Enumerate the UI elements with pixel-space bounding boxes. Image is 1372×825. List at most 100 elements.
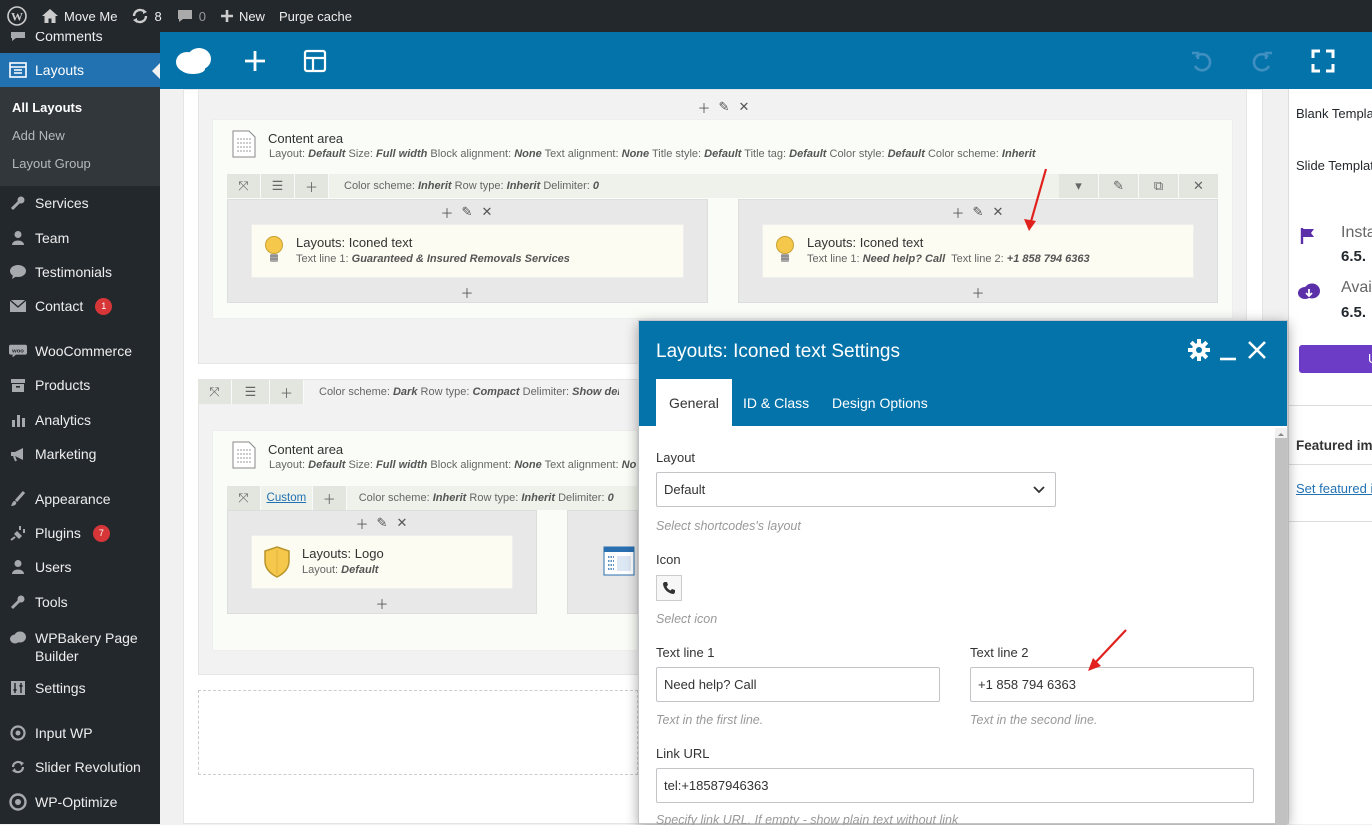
wrench-icon: [9, 593, 27, 611]
purge-label: Purge cache: [278, 8, 352, 24]
move-icon[interactable]: ⤧: [198, 380, 232, 404]
sidebar-item-team[interactable]: Team: [0, 221, 160, 255]
clone-icon[interactable]: ⧉: [1139, 174, 1179, 198]
sidebar-item-label: Layouts: [35, 62, 85, 78]
plus-icon: [220, 10, 233, 22]
iconed-text-element-right[interactable]: Layouts: Iconed text Text line 1: Need h…: [762, 224, 1194, 278]
sidebar-item-input-wp[interactable]: Input WP: [0, 716, 160, 750]
edit-icon[interactable]: ✎: [458, 203, 476, 221]
add-element-icon[interactable]: ＋: [969, 283, 987, 301]
redo-button[interactable]: [1246, 44, 1280, 78]
edit-icon[interactable]: ✎: [1099, 174, 1139, 198]
submenu-all-layouts[interactable]: All Layouts: [12, 100, 82, 115]
sidebar-item-label: Products: [35, 377, 91, 393]
sidebar-item-contact[interactable]: Contact 1: [0, 289, 160, 323]
add-row-placeholder[interactable]: [198, 690, 638, 775]
delete-icon[interactable]: ✕: [735, 98, 753, 116]
icon-help: Select icon: [656, 612, 718, 626]
param-value: Default: [887, 148, 925, 160]
close-icon[interactable]: [1246, 339, 1270, 363]
admin-bar: W Move Me 8 0 New Purge cache: [0, 0, 1372, 32]
sidebar-item-analytics[interactable]: Analytics: [0, 403, 160, 437]
add-element-button[interactable]: [238, 44, 272, 78]
edit-icon[interactable]: ✎: [715, 98, 733, 116]
minimize-icon[interactable]: [1218, 339, 1240, 363]
scrollbar-thumb[interactable]: [1275, 438, 1287, 825]
sidebar-item-wpbakery[interactable]: WPBakery Page Builder: [0, 624, 160, 666]
comments-link[interactable]: 0: [169, 0, 213, 32]
text-line-2-label: Text line 2: [970, 645, 1029, 660]
text-line-1-input[interactable]: Need help? Call: [656, 667, 940, 702]
site-name-link[interactable]: Move Me: [34, 0, 124, 32]
updates-link[interactable]: 8: [124, 0, 168, 32]
add-column-icon[interactable]: ＋: [270, 380, 304, 404]
sidebar-item-marketing[interactable]: Marketing: [0, 437, 160, 471]
custom-layout-link[interactable]: Custom: [260, 486, 313, 510]
add-column-icon[interactable]: ＋: [295, 174, 329, 198]
fullscreen-button[interactable]: [1306, 44, 1340, 78]
sidebar-item-plugins[interactable]: Plugins 7: [0, 516, 160, 550]
sidebar-item-users[interactable]: Users: [0, 550, 160, 584]
sidebar-item-products[interactable]: Products: [0, 368, 160, 402]
sidebar-item-slider-revolution[interactable]: Slider Revolution: [0, 750, 160, 784]
sidebar-item-layouts[interactable]: Layouts: [0, 53, 160, 87]
delete-icon[interactable]: ✕: [1179, 174, 1219, 198]
sidebar-item-appearance[interactable]: Appearance: [0, 482, 160, 516]
logo-element[interactable]: Layouts: Logo Layout: Default: [251, 535, 513, 589]
divider: [1289, 521, 1372, 522]
add-icon[interactable]: ＋: [695, 98, 713, 116]
link-url-input[interactable]: tel:+18587946363: [656, 768, 1254, 803]
layout-select[interactable]: Default: [656, 472, 1056, 507]
link-url-help: Specify link URL. If empty - show plain …: [656, 813, 959, 825]
blank-template-option[interactable]: Blank Templa: [1296, 106, 1372, 121]
home-icon: [42, 9, 58, 23]
layout-icon[interactable]: ☰: [261, 174, 295, 198]
add-icon[interactable]: ＋: [353, 514, 371, 532]
slide-template-option[interactable]: Slide Templat: [1296, 158, 1372, 173]
sidebar-item-woocommerce[interactable]: woo WooCommerce: [0, 334, 160, 368]
purge-cache-link[interactable]: Purge cache: [272, 0, 359, 32]
element-title: Layouts: Iconed text: [807, 235, 924, 250]
wordpress-logo-icon[interactable]: W: [0, 0, 34, 32]
sidebar-item-settings[interactable]: Settings: [0, 671, 160, 705]
edit-icon[interactable]: ✎: [373, 514, 391, 532]
submenu-layout-group[interactable]: Layout Group: [12, 156, 91, 171]
tab-design-options[interactable]: Design Options: [819, 379, 941, 426]
wpbakery-logo-icon[interactable]: [174, 44, 214, 78]
add-element-icon[interactable]: ＋: [373, 594, 391, 612]
edit-icon[interactable]: ✎: [969, 203, 987, 221]
tab-general[interactable]: General: [656, 379, 732, 426]
add-icon[interactable]: ＋: [949, 203, 967, 221]
sidebar-item-label: Testimonials: [35, 264, 113, 280]
builder-toolbar: [160, 32, 1372, 89]
delete-icon[interactable]: ✕: [989, 203, 1007, 221]
sidebar-item-services[interactable]: Services: [0, 186, 160, 220]
new-content-link[interactable]: New: [213, 0, 272, 32]
move-icon[interactable]: ⤧: [227, 486, 261, 510]
icon-picker[interactable]: [656, 575, 682, 601]
add-icon[interactable]: ＋: [438, 203, 456, 221]
delete-icon[interactable]: ✕: [393, 514, 411, 532]
layout-icon[interactable]: ☰: [232, 380, 270, 404]
templates-button[interactable]: [298, 44, 332, 78]
sidebar-item-tools[interactable]: Tools: [0, 585, 160, 619]
tab-id-class[interactable]: ID & Class: [730, 379, 822, 426]
delete-icon[interactable]: ✕: [478, 203, 496, 221]
submenu-add-new[interactable]: Add New: [12, 128, 65, 143]
sidebar-item-wp-optimize[interactable]: WP-Optimize: [0, 785, 160, 819]
add-column-icon[interactable]: ＋: [312, 486, 347, 510]
redo-icon: [1252, 51, 1272, 72]
sidebar-item-label: Tools: [35, 594, 68, 610]
set-featured-image-link[interactable]: Set featured i: [1296, 481, 1372, 496]
undo-button[interactable]: [1184, 44, 1218, 78]
gear-icon[interactable]: [1188, 339, 1212, 363]
chevron-down-icon[interactable]: ▾: [1059, 174, 1099, 198]
sidebar-item-testimonials[interactable]: Testimonials: [0, 255, 160, 289]
add-element-icon[interactable]: ＋: [458, 283, 476, 301]
param-value: None: [514, 459, 542, 471]
modal-scrollbar[interactable]: [1275, 428, 1287, 825]
scroll-up-arrow-icon[interactable]: [1278, 430, 1284, 436]
iconed-text-element-left[interactable]: Layouts: Iconed text Text line 1: Guaran…: [251, 224, 684, 278]
update-button[interactable]: U: [1299, 345, 1372, 373]
move-icon[interactable]: ⤧: [227, 174, 261, 198]
